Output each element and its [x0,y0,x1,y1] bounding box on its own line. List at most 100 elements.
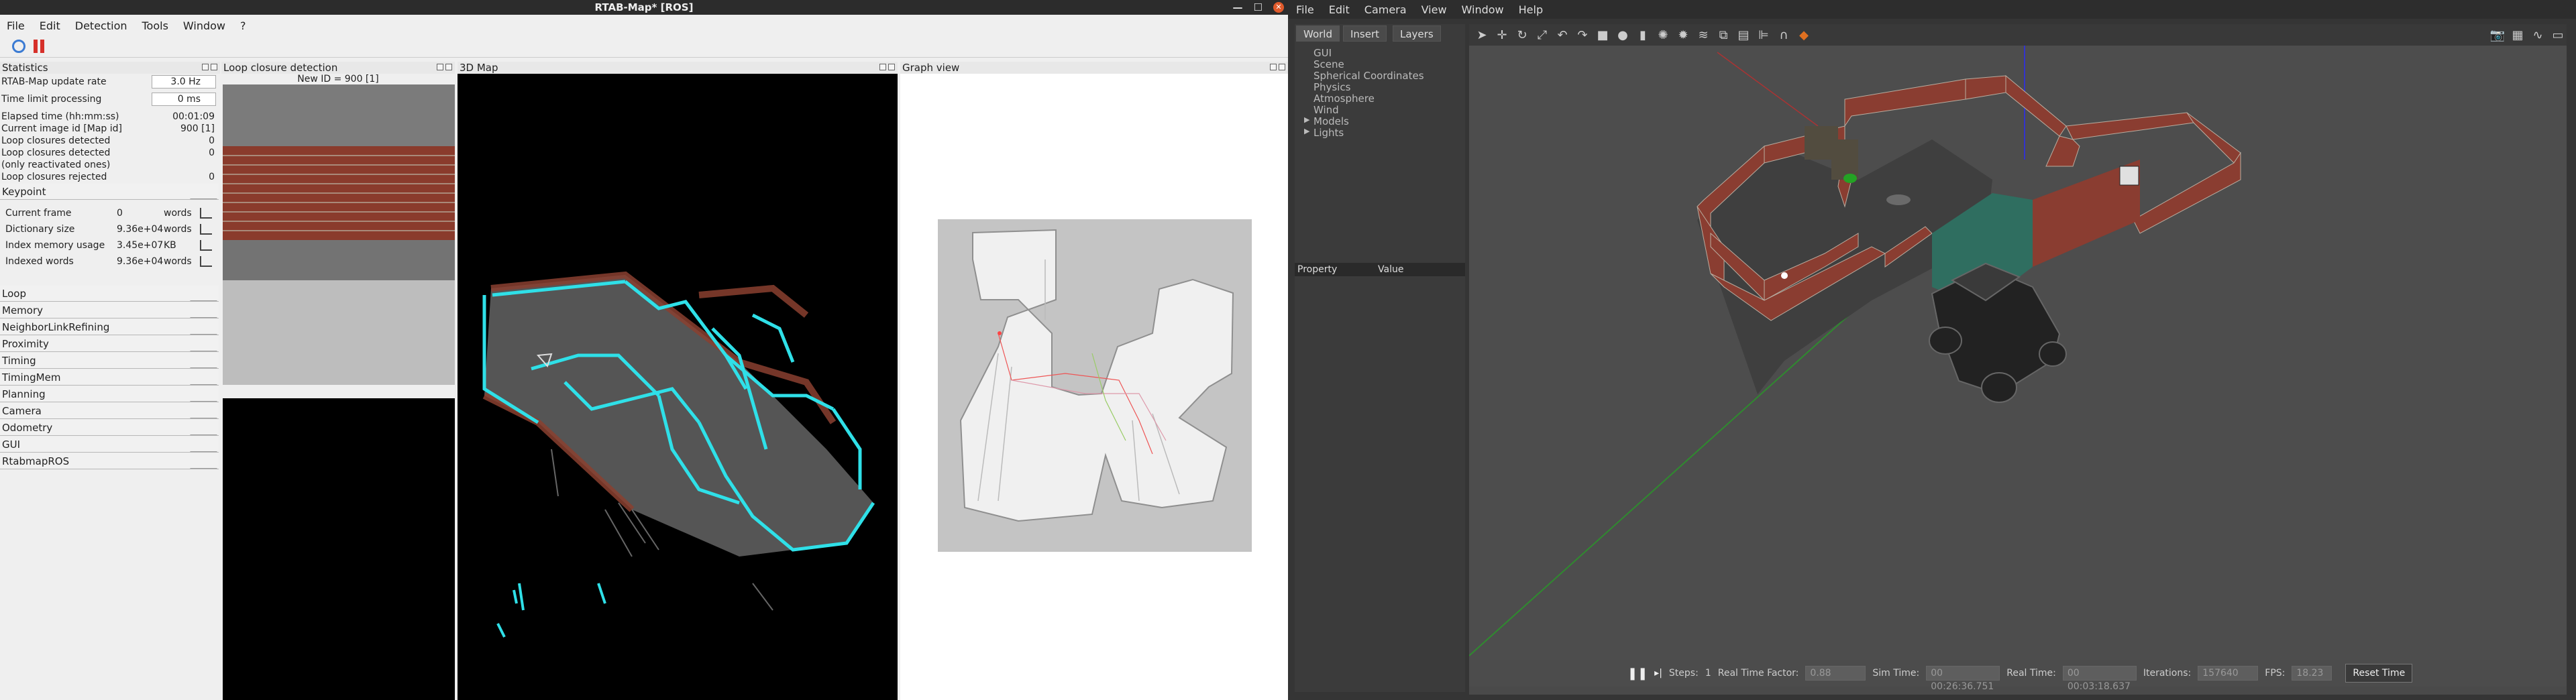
plot-icon[interactable] [200,208,212,219]
tree-item-wind[interactable]: Wind [1313,104,1339,116]
plot-icon[interactable] [200,240,212,251]
rtabmap-window: RTAB-Map* [ROS] — ☐ ✕ File Edit Detectio… [0,0,1288,700]
translate-icon[interactable]: ✛ [1493,26,1511,44]
log-icon[interactable]: ▦ [2509,26,2526,44]
snap-icon[interactable]: ∩ [1775,26,1792,44]
gz-menu-file[interactable]: File [1296,3,1314,16]
minimize-icon[interactable]: — [1233,0,1243,15]
section-timingmem[interactable]: TimingMem [0,369,219,386]
menu-edit[interactable]: Edit [40,19,60,32]
tree-item-scene[interactable]: Scene [1313,58,1344,70]
redo-icon[interactable]: ↷ [1574,26,1591,44]
tree-item-spherical-coordinates[interactable]: Spherical Coordinates [1313,70,1424,82]
steps-spinbox[interactable]: 1 [1705,668,1711,679]
undo-icon[interactable]: ↶ [1554,26,1571,44]
float-icon[interactable] [1270,64,1277,70]
iterations-field: 157640 [2198,666,2259,681]
stat-label: (only reactivated ones) [1,160,111,170]
section-label: GUI [2,439,21,451]
section-proximity[interactable]: Proximity [0,336,219,352]
close-panel-icon[interactable] [1279,64,1285,70]
close-panel-icon[interactable] [211,64,217,70]
point-light-icon[interactable]: ✺ [1654,26,1672,44]
refresh-icon[interactable] [12,39,25,53]
play-pause-icon[interactable]: ❚❚ [1627,666,1648,681]
float-icon[interactable] [437,64,443,70]
gazebo-viewport: ➤ ✛ ↻ ⤢ ↶ ↷ ■ ● ▮ ✺ ✹ ≋ ⧉ ▤ ⊫ ∩ ◆ 📷 ▦ ∿ … [1469,24,2567,695]
tab-world[interactable]: World [1296,25,1340,42]
gz-menu-edit[interactable]: Edit [1329,3,1350,16]
sphere-icon[interactable]: ● [1614,26,1631,44]
section-odometry[interactable]: Odometry [0,420,219,436]
expand-lights-icon[interactable]: ▶ [1304,127,1309,135]
tree-item-atmosphere[interactable]: Atmosphere [1313,93,1375,105]
section-label: Proximity [2,338,49,350]
rtf-field: 0.88 [1805,666,1866,681]
pause-icon[interactable] [34,39,46,53]
rotate-icon[interactable]: ↻ [1513,26,1531,44]
video-icon[interactable]: ▭ [2549,26,2567,44]
section-neighbor-link-refining[interactable]: NeighborLinkRefining [0,319,219,335]
menu-detection[interactable]: Detection [75,19,127,32]
gz-menu-window[interactable]: Window [1462,3,1504,16]
time-limit-row: Time limit processing 0 ms [0,93,220,106]
menu-file[interactable]: File [7,19,25,32]
menu-help[interactable]: ? [240,19,246,32]
section-loop[interactable]: Loop [0,286,219,302]
tree-item-models[interactable]: Models [1313,115,1349,127]
gz-menu-camera[interactable]: Camera [1364,3,1407,16]
plot-icon[interactable]: ∿ [2529,26,2546,44]
update-rate-spinbox[interactable]: 3.0 Hz [152,75,216,89]
align-icon[interactable]: ⊫ [1755,26,1772,44]
screenshot-icon[interactable]: 📷 [2489,26,2506,44]
float-icon[interactable] [879,64,886,70]
paste-icon[interactable]: ▤ [1735,26,1752,44]
section-keypoint[interactable]: Keypoint [0,184,219,200]
section-memory[interactable]: Memory [0,302,219,318]
plot-icon[interactable] [200,224,212,235]
menu-window[interactable]: Window [183,19,225,32]
reset-time-button[interactable]: Reset Time [2345,664,2413,683]
statistics-title: Statistics [0,62,220,74]
graph-view-map[interactable] [938,219,1252,552]
kp-value: 9.36e+04 [117,256,164,267]
select-mode-icon[interactable]: ➤ [1473,26,1491,44]
new-id-label: New ID = 900 [1] [297,74,379,84]
box-icon[interactable]: ■ [1594,26,1611,44]
close-panel-icon[interactable] [888,64,895,70]
directional-light-icon[interactable]: ≋ [1695,26,1712,44]
scale-icon[interactable]: ⤢ [1534,26,1551,44]
maximize-icon[interactable]: ☐ [1254,0,1263,15]
kp-label: Dictionary size [5,224,75,235]
tab-insert[interactable]: Insert [1343,25,1387,42]
step-icon[interactable]: ▸| [1654,668,1662,679]
section-gui[interactable]: GUI [0,436,219,453]
map3d-view[interactable] [458,74,898,700]
value-column: Value [1378,264,1404,275]
sim-time-label: Sim Time: [1872,668,1920,679]
menu-tools[interactable]: Tools [142,19,168,32]
tree-item-lights[interactable]: Lights [1313,127,1344,139]
gazebo-3d-scene[interactable] [1469,46,2567,660]
tab-layers[interactable]: Layers [1393,25,1441,42]
gz-menu-help[interactable]: Help [1519,3,1543,16]
section-camera[interactable]: Camera [0,403,219,419]
section-timing[interactable]: Timing [0,353,219,369]
time-limit-spinbox[interactable]: 0 ms [152,93,216,106]
copy-icon[interactable]: ⧉ [1715,26,1732,44]
expand-models-icon[interactable]: ▶ [1304,115,1309,124]
camera-mode-icon[interactable]: ◆ [1795,26,1813,44]
close-panel-icon[interactable] [445,64,452,70]
section-rtabmapros[interactable]: RtabmapROS [0,453,219,469]
spot-light-icon[interactable]: ✹ [1674,26,1692,44]
section-planning[interactable]: Planning [0,386,219,402]
stat-value: 900 [1] [180,123,215,134]
plot-icon[interactable] [200,256,212,267]
float-icon[interactable] [202,64,209,70]
close-icon[interactable]: ✕ [1273,2,1284,13]
cylinder-icon[interactable]: ▮ [1634,26,1652,44]
tree-item-gui[interactable]: GUI [1313,47,1332,59]
keypoint-row: Current frame 0 words [5,207,213,220]
gz-menu-view[interactable]: View [1421,3,1447,16]
tree-item-physics[interactable]: Physics [1313,81,1350,93]
